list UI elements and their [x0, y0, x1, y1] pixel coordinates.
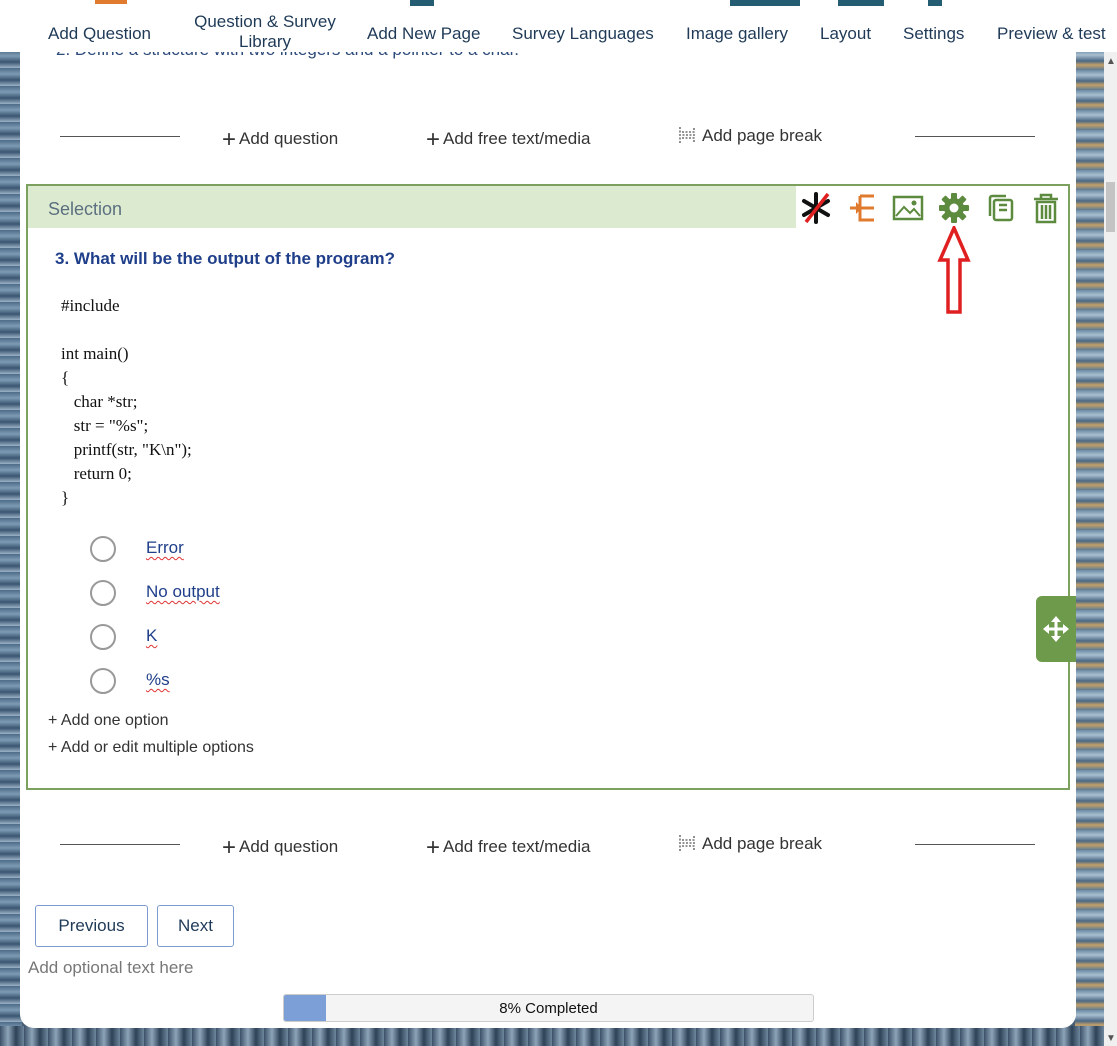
question-title[interactable]: 3. What will be the output of the progra…: [55, 249, 395, 269]
radio-button[interactable]: [90, 580, 116, 606]
add-page-break-label: Add page break: [702, 834, 823, 853]
divider: [915, 136, 1035, 137]
add-item-bar-top: + Add question + Add free text/media Add p…: [20, 122, 1076, 154]
copy-icon[interactable]: [982, 190, 1018, 226]
background-city-bottom: [0, 1026, 1117, 1046]
add-question-button[interactable]: + Add question: [222, 834, 338, 862]
divider: [60, 136, 180, 137]
skip-logic-icon[interactable]: [846, 190, 882, 226]
plus-icon: +: [222, 126, 237, 153]
add-free-text-button[interactable]: + Add free text/media: [426, 126, 590, 154]
plus-icon: +: [426, 126, 441, 153]
add-page-break-button[interactable]: Add page break: [678, 834, 822, 854]
survey-editor-panel: 2. Define a structure with two integers …: [20, 52, 1076, 1028]
optional-text-placeholder[interactable]: Add optional text here: [28, 958, 193, 978]
code-line: {: [61, 368, 70, 387]
nav-add-question[interactable]: Add Question: [48, 24, 151, 44]
option-k[interactable]: K: [90, 622, 390, 652]
radio-button[interactable]: [90, 668, 116, 694]
option-percent-s[interactable]: %s: [90, 666, 390, 696]
move-handle[interactable]: [1036, 596, 1076, 662]
add-page-break-label: Add page break: [702, 126, 823, 145]
code-line: char *str;: [61, 392, 138, 411]
nav-accent-bar: [410, 0, 434, 6]
background-city-left: [0, 50, 22, 1046]
add-page-break-button[interactable]: Add page break: [678, 126, 822, 146]
plus-icon: +: [222, 834, 237, 861]
radio-button[interactable]: [90, 536, 116, 562]
nav-preview-test[interactable]: Preview & test: [997, 24, 1106, 44]
code-line: }: [61, 488, 70, 507]
code-line: str = "%s";: [61, 416, 149, 435]
code-line: int main(): [61, 344, 129, 363]
scrollbar[interactable]: ▲ ▼: [1104, 52, 1117, 1046]
nav-survey-languages[interactable]: Survey Languages: [512, 24, 654, 44]
scroll-up-icon[interactable]: ▲: [1106, 56, 1116, 67]
image-icon[interactable]: [890, 190, 926, 226]
code-line: #include: [61, 296, 120, 315]
move-icon: [1043, 616, 1069, 642]
trash-icon[interactable]: [1028, 190, 1064, 226]
nav-layout[interactable]: Layout: [820, 24, 871, 44]
add-free-text-label: Add free text/media: [443, 837, 591, 856]
option-error[interactable]: Error: [90, 534, 390, 564]
add-multiple-options-link[interactable]: + Add or edit multiple options: [48, 739, 254, 757]
option-label[interactable]: Error: [146, 538, 184, 558]
question-type-header: Selection: [28, 186, 796, 228]
progress-label: 8% Completed: [499, 1000, 598, 1017]
top-toolbar: Add Question Question & Survey Library A…: [0, 0, 1117, 52]
nav-accent-bar: [838, 0, 884, 6]
option-label[interactable]: K: [146, 626, 157, 646]
annotation-arrow-icon: [937, 226, 971, 314]
nav-accent-bar: [95, 0, 127, 4]
code-line: printf(str, "K\n");: [61, 440, 192, 459]
page-break-icon: [679, 835, 695, 851]
option-label[interactable]: No output: [146, 582, 220, 602]
scroll-down-icon[interactable]: ▼: [1106, 1033, 1116, 1044]
scrollbar-thumb[interactable]: [1106, 182, 1115, 232]
option-no-output[interactable]: No output: [90, 578, 390, 608]
settings-gear-icon[interactable]: [936, 190, 972, 226]
nav-accent-bar: [928, 0, 942, 6]
required-toggle-icon[interactable]: [798, 190, 834, 226]
add-one-option-link[interactable]: + Add one option: [48, 712, 169, 730]
divider: [60, 844, 180, 845]
code-line: return 0;: [61, 464, 132, 483]
add-question-label: Add question: [239, 837, 339, 856]
progress-bar: 8% Completed: [283, 994, 814, 1022]
nav-add-new-page[interactable]: Add New Page: [367, 24, 480, 44]
option-label[interactable]: %s: [146, 670, 170, 690]
radio-button[interactable]: [90, 624, 116, 650]
plus-icon: +: [426, 834, 441, 861]
question-type-label: Selection: [48, 199, 123, 219]
nav-image-gallery[interactable]: Image gallery: [686, 24, 788, 44]
previous-question-title: 2. Define a structure with two integers …: [56, 52, 519, 60]
add-question-button[interactable]: + Add question: [222, 126, 338, 154]
add-item-bar-bottom: + Add question + Add free text/media Add p…: [20, 830, 1076, 862]
divider: [915, 844, 1035, 845]
nav-settings[interactable]: Settings: [903, 24, 964, 44]
page-break-icon: [679, 127, 695, 143]
add-free-text-label: Add free text/media: [443, 129, 591, 148]
nav-question-survey-library[interactable]: Question & Survey Library: [188, 12, 342, 52]
next-button[interactable]: Next: [157, 905, 234, 947]
question-card[interactable]: Selection 3. What will be the output of …: [26, 184, 1076, 790]
previous-button[interactable]: Previous: [35, 905, 148, 947]
nav-accent-bar: [730, 0, 800, 6]
question-code-block: #include int main() { char *str; str = "%s…: [61, 294, 192, 510]
add-question-label: Add question: [239, 129, 339, 148]
add-free-text-button[interactable]: + Add free text/media: [426, 834, 590, 862]
